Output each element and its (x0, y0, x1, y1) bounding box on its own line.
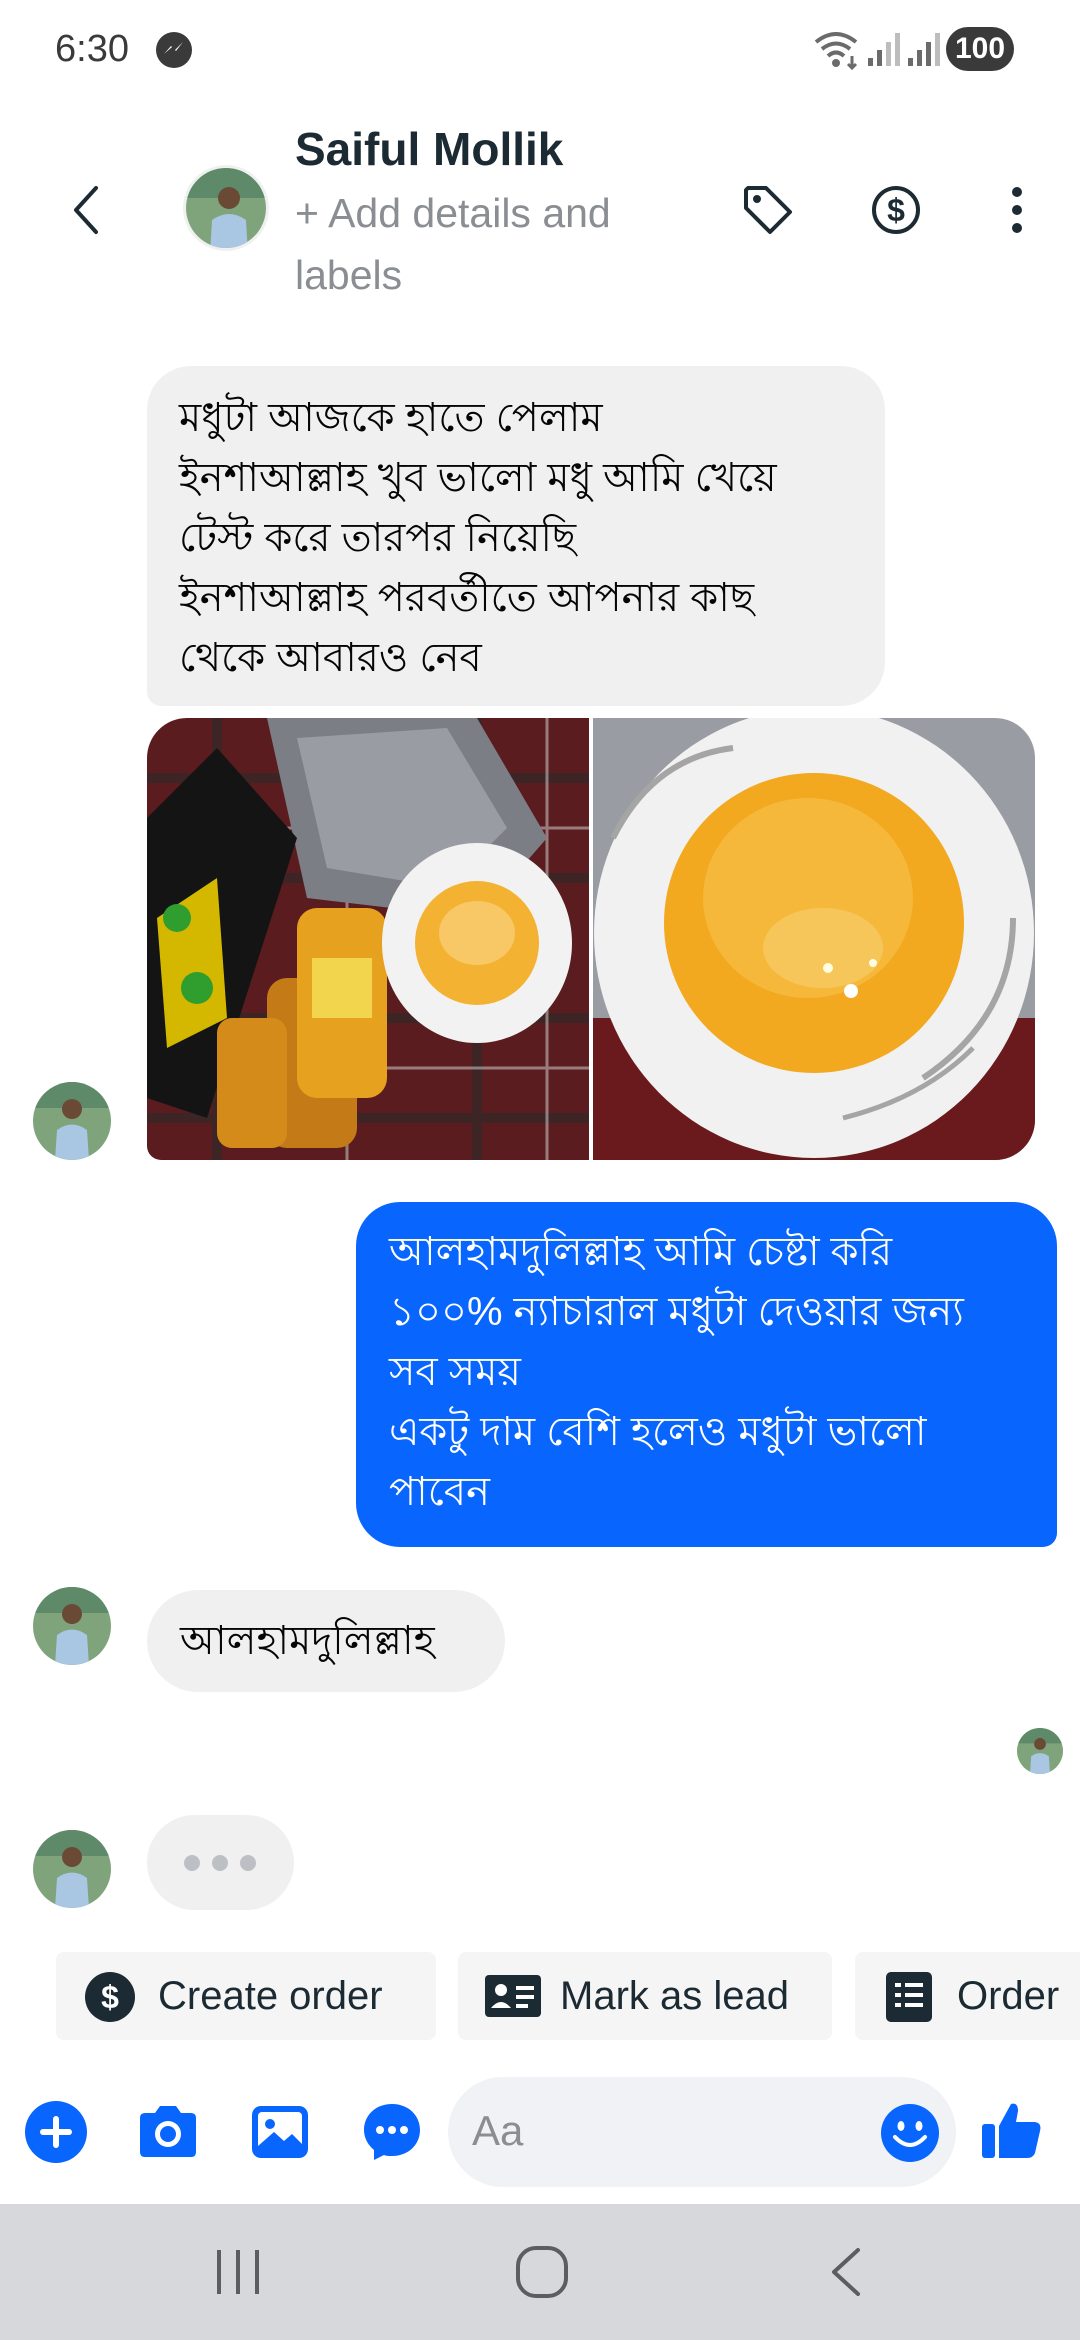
order-list-icon (886, 1972, 932, 2022)
signal-icon-2 (908, 33, 940, 66)
mark-as-lead-label: Mark as lead (560, 1974, 789, 2018)
message-line: ইনশাআল্লাহ পরবর্তীতে আপনার কাছ (179, 576, 755, 620)
svg-text:$: $ (887, 192, 905, 228)
contact-avatar-small[interactable] (33, 1587, 111, 1665)
message-line: টেস্ট করে তারপর নিয়েছি (179, 516, 577, 560)
incoming-message-bubble[interactable]: আলহামদুলিল্লাহ (147, 1590, 505, 1692)
system-navigation-bar (0, 2204, 1080, 2340)
photo-attachments (147, 718, 1035, 1160)
status-bar: 6:30 100 (0, 0, 1080, 100)
typing-dot (212, 1855, 228, 1871)
messenger-notification-icon (156, 32, 192, 68)
status-time: 6:30 (55, 28, 129, 70)
order-label: Order (957, 1974, 1060, 2018)
more-vertical-icon[interactable] (1002, 180, 1032, 240)
typing-dot (240, 1855, 256, 1871)
plus-circle-icon[interactable] (24, 2100, 88, 2164)
battery-indicator: 100 (946, 27, 1014, 71)
order-button[interactable]: Order (855, 1952, 1080, 2040)
contact-card-icon (485, 1975, 541, 2017)
message-line: থেকে আবারও নেব (179, 636, 482, 680)
chat-bubble-icon[interactable] (360, 2100, 424, 2164)
dollar-circle-icon: $ (85, 1972, 135, 2022)
create-order-button[interactable]: $ Create order (56, 1952, 436, 2040)
wifi-icon (814, 32, 858, 70)
message-line: মধুটা আজকে হাতে পেলাম (179, 396, 603, 440)
message-line: ১০০% ন্যাচারাল মধুটা দেওয়ার জন্য (389, 1290, 964, 1334)
dollar-circle-icon[interactable]: $ (868, 182, 924, 238)
recent-apps-button[interactable] (213, 2244, 263, 2300)
home-button[interactable] (514, 2244, 570, 2300)
contact-avatar-small[interactable] (33, 1082, 111, 1160)
message-line: ইনশাআল্লাহ খুব ভালো মধু আমি খেয়ে (179, 456, 777, 500)
image-icon[interactable] (248, 2100, 312, 2164)
contact-avatar-small[interactable] (33, 1830, 111, 1908)
contact-name[interactable]: Saiful Mollik (295, 122, 563, 176)
contact-avatar[interactable] (183, 165, 269, 251)
back-button[interactable] (60, 180, 110, 240)
message-line: আলহামদুলিল্লাহ আমি চেষ্টা করি (389, 1230, 893, 1274)
add-details-link[interactable]: + Add details and labels (295, 182, 695, 306)
tag-icon[interactable] (740, 182, 796, 238)
svg-text:$: $ (101, 1979, 119, 2015)
emoji-icon[interactable] (880, 2103, 940, 2163)
camera-icon[interactable] (136, 2100, 200, 2164)
read-receipt-avatar (1017, 1728, 1063, 1774)
message-line: পাবেন (389, 1470, 490, 1514)
typing-indicator (147, 1815, 294, 1910)
photo-honey-bowl[interactable] (593, 718, 1035, 1160)
photo-honey-products[interactable] (147, 718, 589, 1160)
chat-header: Saiful Mollik + Add details and labels $ (0, 110, 1080, 310)
thumbs-up-icon[interactable] (980, 2098, 1044, 2162)
system-back-button[interactable] (826, 2244, 866, 2300)
outgoing-message-bubble[interactable]: আলহামদুলিল্লাহ আমি চেষ্টা করি ১০০% ন্যাচ… (356, 1202, 1057, 1547)
message-line: একটু দাম বেশি হলেও মধুটা ভালো (389, 1410, 927, 1454)
create-order-label: Create order (158, 1974, 383, 2018)
signal-icon (868, 33, 900, 66)
typing-dot (184, 1855, 200, 1871)
message-input-placeholder: Aa (472, 2107, 524, 2154)
incoming-message-bubble[interactable]: মধুটা আজকে হাতে পেলাম ইনশাআল্লাহ খুব ভাল… (147, 366, 885, 706)
message-line: সব সময় (389, 1350, 521, 1394)
mark-as-lead-button[interactable]: Mark as lead (458, 1952, 832, 2040)
